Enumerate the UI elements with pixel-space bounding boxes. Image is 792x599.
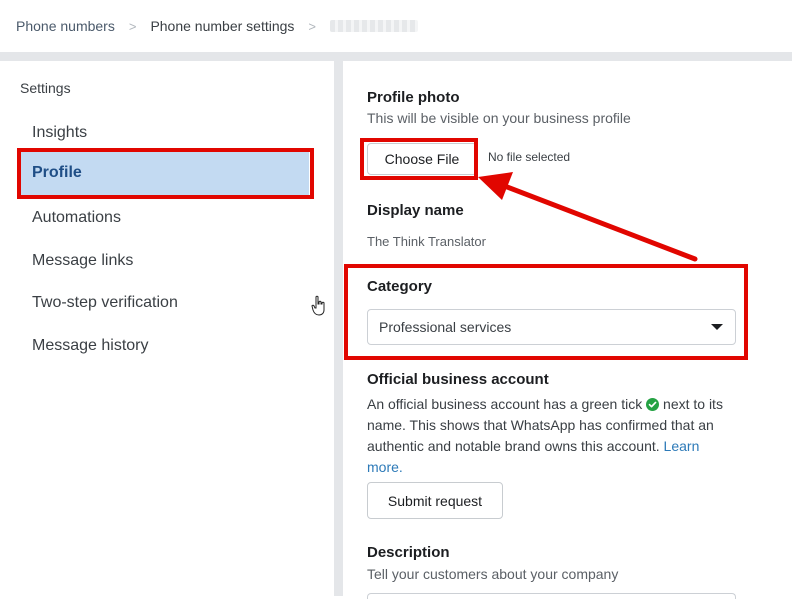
sidebar-item-label: Profile bbox=[32, 164, 82, 181]
profile-settings-panel: Profile photo This will be visible on yo… bbox=[343, 61, 792, 599]
sidebar-item-profile[interactable]: Profile bbox=[21, 151, 309, 195]
sidebar-item-two-step-verification[interactable]: Two-step verification bbox=[32, 294, 178, 312]
display-name-title: Display name bbox=[367, 202, 464, 219]
category-select[interactable]: Professional services bbox=[367, 309, 736, 345]
sidebar-item-automations[interactable]: Automations bbox=[32, 209, 121, 227]
green-tick-icon bbox=[646, 398, 660, 411]
choose-file-button[interactable]: Choose File bbox=[367, 143, 477, 175]
dropdown-caret-icon bbox=[711, 324, 723, 330]
breadcrumb-current-page: Phone number settings bbox=[150, 18, 295, 34]
official-account-text: An official business account has a green… bbox=[367, 396, 643, 412]
breadcrumb: Phone numbers > Phone number settings > bbox=[0, 0, 792, 52]
sidebar-item-insights[interactable]: Insights bbox=[32, 124, 87, 142]
submit-request-button[interactable]: Submit request bbox=[367, 482, 503, 519]
settings-sidebar: Settings Insights Profile Automations Me… bbox=[0, 61, 334, 596]
breadcrumb-redacted-number bbox=[330, 20, 419, 32]
description-input[interactable] bbox=[367, 593, 736, 599]
description-title: Description bbox=[367, 544, 450, 561]
category-title: Category bbox=[367, 278, 433, 295]
sidebar-divider bbox=[334, 61, 343, 596]
official-account-description: An official business account has a green… bbox=[367, 394, 737, 478]
sidebar-title: Settings bbox=[20, 80, 71, 96]
breadcrumb-separator-icon: > bbox=[308, 18, 317, 34]
breadcrumb-separator-icon: > bbox=[128, 18, 137, 34]
hand-cursor-icon bbox=[311, 295, 325, 316]
sidebar-item-message-history[interactable]: Message history bbox=[32, 337, 149, 355]
breadcrumb-phone-numbers-link[interactable]: Phone numbers bbox=[16, 18, 115, 34]
profile-photo-subtitle: This will be visible on your business pr… bbox=[367, 110, 631, 126]
sidebar-item-message-links[interactable]: Message links bbox=[32, 252, 133, 270]
file-status-text: No file selected bbox=[488, 150, 571, 164]
description-subtitle: Tell your customers about your company bbox=[367, 566, 619, 582]
category-selected-value: Professional services bbox=[379, 319, 512, 335]
display-name-value: The Think Translator bbox=[367, 234, 486, 249]
official-account-title: Official business account bbox=[367, 371, 549, 388]
header-divider bbox=[0, 52, 792, 61]
profile-photo-title: Profile photo bbox=[367, 89, 460, 106]
